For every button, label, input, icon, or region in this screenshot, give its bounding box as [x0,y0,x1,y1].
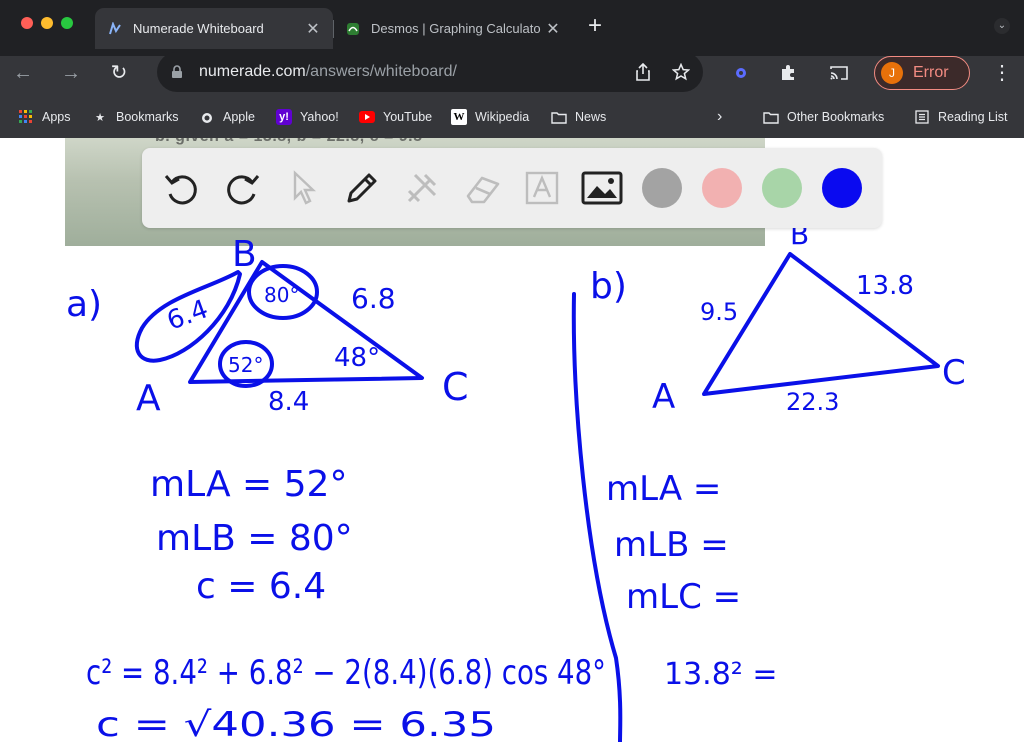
pen-icon[interactable] [340,166,384,210]
whiteboard-toolbar [142,148,882,228]
bookmark-label: Apps [42,110,71,124]
tab-desmos[interactable]: Desmos | Graphing Calculato ✕ [333,8,573,49]
extension-gear-icon[interactable] [730,62,752,84]
color-swatch-pink[interactable] [702,168,742,208]
whiteboard-area[interactable]: b. given a = 13.8, b = 22.3, c = 9.5 a) … [0,138,1024,742]
text-box-icon[interactable] [520,166,564,210]
bookmark-apps[interactable]: Apps [18,106,71,128]
pointer-icon[interactable] [280,166,324,210]
bookmark-yahoo[interactable]: y! Yahoo! [276,106,339,128]
minimize-window-button[interactable] [41,17,53,29]
bookmarks-overflow-chevron-icon[interactable]: › [717,106,722,128]
folder-icon [763,109,779,125]
vertex-c: C [442,365,469,409]
color-swatch-gray[interactable] [642,168,682,208]
bookmark-label: Bookmarks [116,110,179,124]
side-b-label-2: 13.8 [856,271,914,301]
lock-icon [171,65,185,79]
star-icon: ★ [95,111,105,124]
youtube-icon [359,109,375,125]
side-label-b: 6.8 [351,282,396,315]
close-tab-icon[interactable]: ✕ [305,19,321,39]
work-line-1: c² = 8.4² + 6.8² − 2(8.4)(6.8) cos 48° [86,653,606,693]
extensions-puzzle-icon[interactable] [777,62,799,84]
tools-icon[interactable] [400,166,444,210]
bookmark-other[interactable]: Other Bookmarks [763,106,884,128]
whiteboard-canvas[interactable]: a) 6.4 6.8 8.4 80° 52° 48° A B C mLA = 5… [0,138,1024,742]
reload-button[interactable]: ↻ [106,60,132,86]
work-b-line-1: 13.8² = [664,657,778,692]
vertex-b-c: C [942,353,966,393]
desmos-favicon-icon [345,21,361,37]
undo-icon[interactable] [160,166,204,210]
side-b-label-1: 9.5 [700,298,738,326]
url-path: /answers/whiteboard/ [305,63,457,80]
tab-strip: Numerade Whiteboard ✕ Desmos | Graphing … [0,0,1024,56]
browser-chrome: Numerade Whiteboard ✕ Desmos | Graphing … [0,0,1024,138]
yahoo-icon: y! [276,109,292,125]
profile-button[interactable]: J Error [874,56,970,90]
back-button[interactable]: ← [10,60,36,86]
result-b-angle-a: mLA = [606,469,721,509]
part-b-label: b) [590,266,627,307]
wikipedia-icon: W [451,109,467,125]
url-host: numerade.com [199,63,306,80]
eraser-icon[interactable] [460,166,504,210]
profile-status: Error [913,64,949,81]
bookmark-label: Other Bookmarks [787,110,885,124]
folder-icon [551,109,567,125]
angle-label-a: 52° [228,353,263,377]
side-b-label-3: 22.3 [786,388,839,416]
redo-icon[interactable] [220,166,264,210]
share-icon[interactable] [633,62,653,82]
more-menu-icon[interactable]: ⋮ [992,62,1012,84]
vertex-a: A [136,378,161,419]
reading-list-button[interactable]: Reading List [914,106,1008,128]
bookmark-bookmarks[interactable]: ★ Bookmarks [92,106,179,128]
color-swatch-green[interactable] [762,168,802,208]
side-label-c: 8.4 [268,387,309,417]
apple-icon [199,109,215,125]
result-side-c: c = 6.4 [196,566,326,607]
tab-search-icon[interactable]: ⌄ [994,18,1010,34]
angle-label-b: 80° [264,283,299,307]
bookmark-label: Yahoo! [300,110,339,124]
image-icon[interactable] [580,166,624,210]
bookmark-label: News [575,110,607,124]
numerade-favicon-icon [107,21,123,37]
bookmark-youtube[interactable]: YouTube [359,106,432,128]
result-b-angle-b: mLB = [614,525,729,565]
part-a-label: a) [66,284,102,325]
bookmark-label: YouTube [383,110,433,124]
forward-button[interactable]: → [58,60,84,86]
bookmark-apple[interactable]: Apple [199,106,255,128]
bookmark-label: Reading List [938,110,1008,124]
bookmark-wikipedia[interactable]: W Wikipedia [451,106,529,128]
bookmark-star-icon[interactable] [671,62,691,82]
avatar: J [881,62,903,84]
reading-list-icon [914,109,930,125]
vertex-b-a: A [652,377,675,417]
cast-icon[interactable] [828,62,850,84]
close-window-button[interactable] [21,17,33,29]
angle-label-c: 48° [334,343,380,373]
vertex-b: B [232,234,257,275]
bookmark-label: Wikipedia [475,110,530,124]
maximize-window-button[interactable] [61,17,73,29]
result-angle-a: mLA = 52° [150,464,347,505]
tab-label: Numerade Whiteboard [133,21,264,36]
address-bar[interactable]: numerade.com/answers/whiteboard/ [157,52,703,92]
result-b-angle-c: mLC = [626,577,741,617]
color-swatch-blue[interactable] [822,168,862,208]
close-tab-icon[interactable]: ✕ [545,19,561,39]
work-line-2: c = √40.36 = 6.35 [96,705,496,742]
svg-text:a): a) [66,284,102,325]
result-angle-b: mLB = 80° [156,518,353,559]
tab-label: Desmos | Graphing Calculato [371,21,541,36]
tab-numerade-whiteboard[interactable]: Numerade Whiteboard ✕ [95,8,333,49]
bookmark-news[interactable]: News [551,106,606,128]
new-tab-button[interactable]: + [583,14,607,38]
bookmark-label: Apple [223,110,255,124]
apps-grid-icon [18,109,34,125]
